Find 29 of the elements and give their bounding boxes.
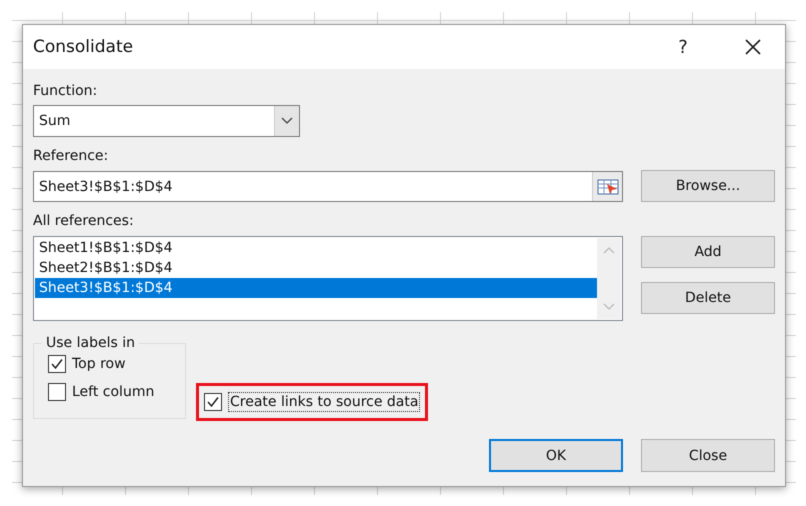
dialog-button[interactable]: OK <box>489 439 623 472</box>
reference-item[interactable]: Sheet3!$B$1:$D$4 <box>35 278 597 298</box>
reference-field[interactable]: Sheet3!$B$1:$D$4 <box>33 171 623 202</box>
close-icon <box>744 38 762 56</box>
checkbox[interactable] <box>48 355 66 373</box>
chevron-down-icon <box>603 303 615 311</box>
checkbox-label: Top row <box>72 356 126 372</box>
scrollbar[interactable] <box>597 238 621 319</box>
function-dropdown[interactable]: Sum <box>33 105 300 137</box>
chevron-down-icon <box>281 117 293 125</box>
reference-item[interactable]: Sheet2!$B$1:$D$4 <box>35 258 597 278</box>
reference-item[interactable]: Sheet1!$B$1:$D$4 <box>35 238 597 258</box>
side-button[interactable]: Delete <box>641 282 775 314</box>
help-button[interactable]: ? <box>651 25 715 69</box>
table-cursor-icon <box>596 178 618 196</box>
group-title: Use labels in <box>45 335 136 351</box>
dialog-button[interactable]: Close <box>641 439 775 472</box>
checkbox-label: Create links to source data <box>228 392 420 412</box>
checkbox[interactable] <box>48 383 66 401</box>
reference-label: Reference: <box>33 147 108 165</box>
function-label: Function: <box>33 82 98 100</box>
side-button[interactable]: Add <box>641 236 775 268</box>
range-picker-button[interactable] <box>592 172 622 201</box>
all-references-label: All references: <box>33 212 134 230</box>
browse-button[interactable]: Browse... <box>641 170 775 202</box>
checkbox[interactable] <box>204 393 222 411</box>
window-title: Consolidate <box>33 37 134 57</box>
chevron-up-icon <box>603 246 615 254</box>
checkbox-label: Left column <box>72 384 154 400</box>
